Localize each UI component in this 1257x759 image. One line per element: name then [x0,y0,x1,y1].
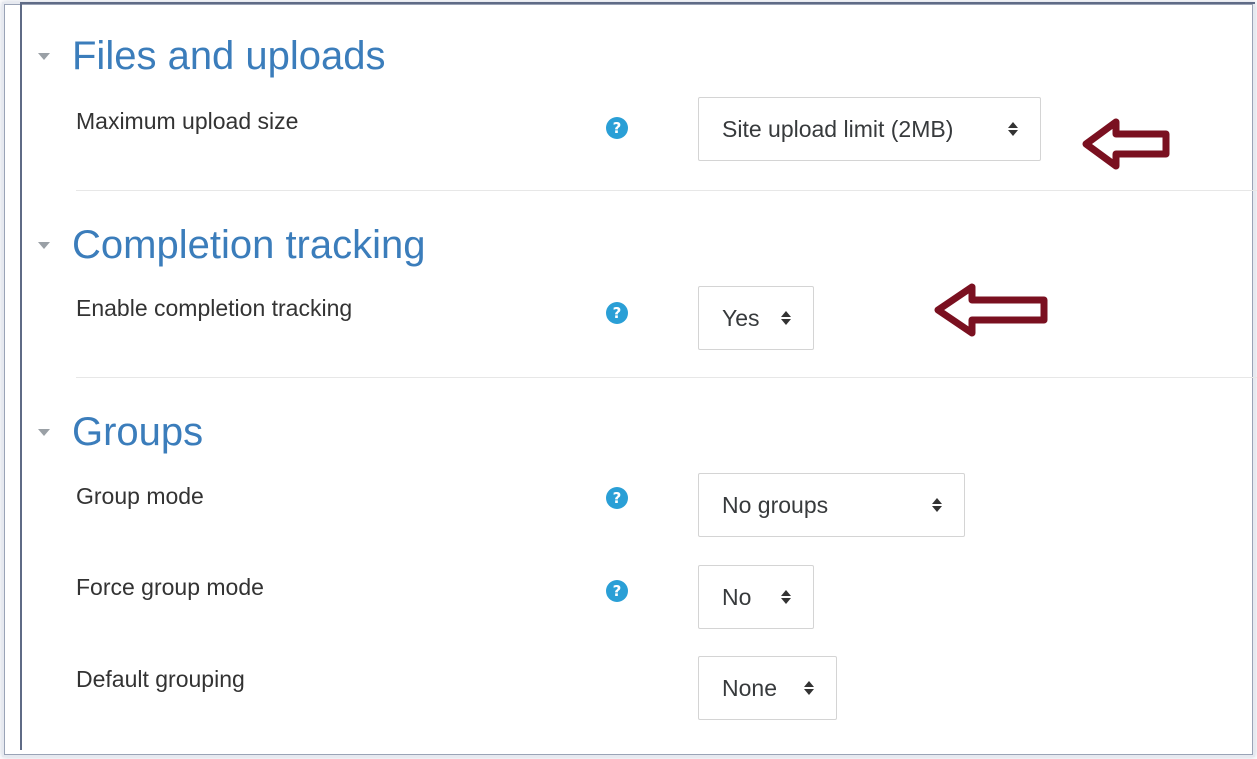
default-grouping-select[interactable]: None [698,656,837,720]
select-value: None [722,674,777,701]
section-title: Groups [72,410,204,454]
field-label-force-group-mode: Force group mode [76,574,264,600]
section-divider [76,377,1257,378]
section-divider [76,190,1257,191]
help-icon[interactable]: ? [606,302,628,324]
section-title: Completion tracking [72,223,426,267]
sort-icon [804,681,814,695]
enable-completion-tracking-select[interactable]: Yes [698,286,814,350]
help-icon[interactable]: ? [606,580,628,602]
sort-icon [781,590,791,604]
left-arrow-icon [1082,118,1170,170]
field-label-maximum-upload-size: Maximum upload size [76,108,299,134]
sort-icon [932,498,942,512]
select-value: Site upload limit (2MB) [722,115,954,142]
force-group-mode-select[interactable]: No [698,565,814,629]
sort-icon [1008,122,1018,136]
caret-down-icon [38,428,50,436]
sort-icon [781,311,791,325]
help-icon[interactable]: ? [606,117,628,139]
section-header-files-and-uploads[interactable]: Files and uploads [38,36,386,76]
section-header-completion-tracking[interactable]: Completion tracking [38,225,426,265]
maximum-upload-size-select[interactable]: Site upload limit (2MB) [698,97,1041,161]
select-value: Yes [722,304,760,331]
field-label-default-grouping: Default grouping [76,666,245,692]
section-title: Files and uploads [72,34,386,78]
caret-down-icon [38,241,50,249]
select-value: No groups [722,491,829,518]
field-label-enable-completion-tracking: Enable completion tracking [76,295,353,321]
section-header-groups[interactable]: Groups [38,412,203,452]
field-label-group-mode: Group mode [76,483,204,509]
group-mode-select[interactable]: No groups [698,473,965,537]
help-icon[interactable]: ? [606,487,628,509]
select-value: No [722,583,752,610]
caret-down-icon [38,52,50,60]
left-arrow-icon [934,283,1048,337]
